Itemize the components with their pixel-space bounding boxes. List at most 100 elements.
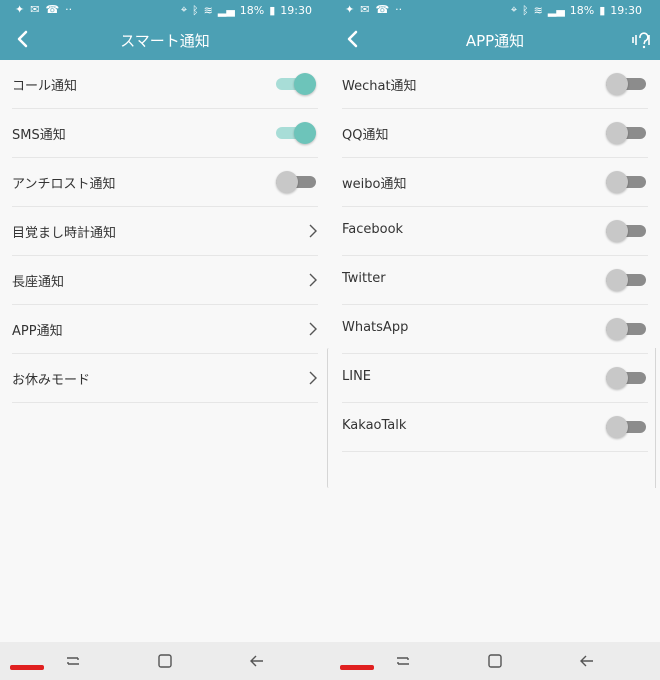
chevron-right-icon: [309, 273, 317, 287]
battery-icon: ▮: [599, 3, 606, 17]
settings-row[interactable]: Twitter: [342, 256, 648, 305]
toggle-switch[interactable]: [606, 220, 646, 242]
settings-row[interactable]: WhatsApp: [342, 305, 648, 354]
settings-row-label: KakaoTalk: [342, 418, 407, 433]
toggle-switch[interactable]: [276, 171, 316, 193]
status-bar: ✦ ✉ ☎ ·· ⌖ ᛒ ≋ ▂▄ 18% ▮ 19:30: [0, 0, 330, 20]
settings-row-label: アンチロスト通知: [12, 177, 116, 192]
toggle-switch[interactable]: [606, 416, 646, 438]
settings-row[interactable]: APP通知: [12, 305, 318, 354]
right-scroll-edge: [655, 348, 659, 488]
battery-percent: 18%: [569, 3, 595, 17]
status-system-icons: ⌖ ᛒ ≋ ▂▄ 18% ▮ 19:30: [181, 3, 312, 17]
wifi-icon: ≋: [203, 3, 213, 17]
settings-row[interactable]: コール通知: [12, 60, 318, 109]
clock: 19:30: [280, 3, 312, 17]
toggle-knob: [606, 416, 628, 438]
missed-call-icon: ☎: [45, 3, 60, 16]
mail-icon: ✉: [30, 3, 40, 16]
settings-row-label: お休みモード: [12, 373, 91, 388]
watermark-logo: [10, 665, 44, 670]
twitter-icon: ✦: [345, 3, 355, 16]
system-nav-bar: [0, 642, 330, 680]
settings-row-label: Facebook: [342, 222, 404, 237]
page-title: スマート通知: [120, 32, 210, 50]
recents-icon[interactable]: [395, 653, 411, 669]
signal-icon: ▂▄: [547, 3, 565, 17]
settings-row-label: コール通知: [12, 79, 78, 94]
recents-icon[interactable]: [65, 653, 81, 669]
twitter-icon: ✦: [15, 3, 25, 16]
toggle-knob: [606, 318, 628, 340]
chevron-right-icon: [309, 322, 317, 336]
settings-row-label: LINE: [342, 369, 372, 384]
sound-settings-icon[interactable]: [630, 29, 652, 51]
settings-row-label: Twitter: [342, 271, 386, 286]
bluetooth-icon: ᛒ: [192, 3, 199, 17]
bluetooth-icon: ᛒ: [522, 3, 529, 17]
location-icon: ⌖: [180, 3, 188, 16]
chevron-right-icon: [309, 224, 317, 238]
settings-row-label: WhatsApp: [342, 320, 409, 335]
settings-row[interactable]: お休みモード: [12, 354, 318, 403]
settings-row[interactable]: Facebook: [342, 207, 648, 256]
battery-percent: 18%: [239, 3, 265, 17]
settings-row-label: 長座通知: [12, 275, 65, 290]
more-dots-icon: ··: [65, 3, 73, 16]
toggle-switch[interactable]: [606, 73, 646, 95]
toggle-knob: [606, 367, 628, 389]
chevron-right-icon: [309, 371, 317, 385]
toggle-knob: [606, 269, 628, 291]
settings-row[interactable]: 目覚まし時計通知: [12, 207, 318, 256]
battery-icon: ▮: [269, 3, 276, 17]
smart-notification-screen: ✦ ✉ ☎ ·· ⌖ ᛒ ≋ ▂▄ 18% ▮ 19:30 スマート通知 コール…: [0, 0, 330, 680]
toggle-switch[interactable]: [276, 122, 316, 144]
toggle-switch[interactable]: [606, 269, 646, 291]
more-dots-icon: ··: [395, 3, 403, 16]
screenshot: ✦ ✉ ☎ ·· ⌖ ᛒ ≋ ▂▄ 18% ▮ 19:30 スマート通知 コール…: [0, 0, 660, 680]
toggle-switch[interactable]: [606, 318, 646, 340]
location-icon: ⌖: [510, 3, 518, 16]
toggle-knob: [294, 122, 316, 144]
status-system-icons: ⌖ ᛒ ≋ ▂▄ 18% ▮ 19:30: [511, 3, 642, 17]
notification-settings-list: コール通知 SMS通知アンチロスト通知 目覚まし時計通知 長座通知 APP通知お休みモー…: [12, 60, 318, 403]
page-title: APP通知: [465, 32, 525, 50]
watermark-logo: [340, 665, 374, 670]
settings-row-label: QQ通知: [342, 128, 389, 143]
toggle-knob: [606, 220, 628, 242]
settings-row-label: SMS通知: [12, 128, 66, 143]
toggle-knob: [606, 122, 628, 144]
toggle-knob: [276, 171, 298, 193]
settings-row[interactable]: SMS通知: [12, 109, 318, 158]
status-notification-icons: ✦ ✉ ☎ ··: [15, 3, 72, 16]
back-nav-icon[interactable]: [579, 653, 595, 669]
mail-icon: ✉: [360, 3, 370, 16]
app-bar: APP通知: [330, 20, 660, 60]
settings-row[interactable]: KakaoTalk: [342, 403, 648, 452]
home-icon[interactable]: [487, 653, 503, 669]
settings-row-label: 目覚まし時計通知: [12, 226, 117, 241]
settings-row[interactable]: QQ通知: [342, 109, 648, 158]
settings-row[interactable]: Wechat通知: [342, 60, 648, 109]
settings-row-label: weibo通知: [342, 177, 407, 192]
settings-row[interactable]: 長座通知: [12, 256, 318, 305]
wifi-icon: ≋: [533, 3, 543, 17]
toggle-knob: [606, 171, 628, 193]
settings-row[interactable]: weibo通知: [342, 158, 648, 207]
status-notification-icons: ✦ ✉ ☎ ··: [345, 3, 402, 16]
toggle-switch[interactable]: [606, 171, 646, 193]
home-icon[interactable]: [157, 653, 173, 669]
toggle-switch[interactable]: [606, 367, 646, 389]
toggle-switch[interactable]: [606, 122, 646, 144]
app-notification-list: Wechat通知 QQ通知 weibo通知 Facebook Twitter WhatsA…: [342, 60, 648, 452]
status-bar: ✦ ✉ ☎ ·· ⌖ ᛒ ≋ ▂▄ 18% ▮ 19:30: [330, 0, 660, 20]
settings-row[interactable]: アンチロスト通知: [12, 158, 318, 207]
back-nav-icon[interactable]: [249, 653, 265, 669]
settings-row-label: Wechat通知: [342, 79, 417, 94]
toggle-knob: [294, 73, 316, 95]
toggle-switch[interactable]: [276, 73, 316, 95]
system-nav-bar: [330, 642, 660, 680]
app-notification-screen: ✦ ✉ ☎ ·· ⌖ ᛒ ≋ ▂▄ 18% ▮ 19:30 APP通知 Wech…: [330, 0, 660, 680]
settings-row[interactable]: LINE: [342, 354, 648, 403]
toggle-knob: [606, 73, 628, 95]
